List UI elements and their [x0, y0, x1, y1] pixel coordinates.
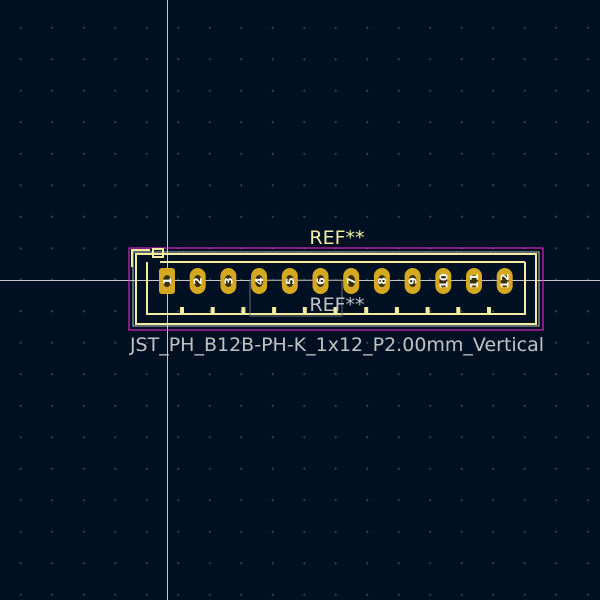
pad-10[interactable]: 10 — [435, 268, 452, 294]
pad-number: 1 — [161, 277, 174, 285]
footprint-view[interactable]: 1 2 3 4 5 6 7 8 9 10 11 12 REF** REF** JST_PH_B12B-… — [0, 0, 600, 600]
pad-12[interactable]: 12 — [496, 268, 513, 294]
silkscreen-tick — [302, 307, 307, 314]
silkscreen-tick — [364, 307, 369, 314]
pad-4[interactable]: 4 — [251, 268, 268, 294]
pad-number: 11 — [468, 273, 481, 288]
pad-number: 12 — [499, 273, 512, 288]
pad-1[interactable]: 1 — [159, 268, 175, 294]
pad-number: 5 — [284, 277, 297, 285]
pad-8[interactable]: 8 — [373, 268, 390, 294]
reference-label[interactable]: REF** — [309, 227, 364, 249]
pad-number: 3 — [222, 277, 235, 285]
pad-number: 8 — [376, 277, 389, 285]
silkscreen-tick — [210, 307, 215, 314]
silkscreen-tick — [241, 307, 246, 314]
silkscreen-tick — [272, 307, 277, 314]
pad-number: 9 — [407, 277, 420, 285]
footprint-name-label[interactable]: JST_PH_B12B-PH-K_1x12_P2.00mm_Vertical — [129, 334, 544, 356]
silkscreen-tick — [456, 307, 461, 314]
pcb-canvas[interactable]: 1 2 3 4 5 6 7 8 9 10 11 12 REF** REF** JST_PH_B12B-… — [0, 0, 600, 600]
pad-3[interactable]: 3 — [220, 268, 237, 294]
silkscreen-tick — [180, 307, 184, 314]
pad-11[interactable]: 11 — [466, 268, 482, 294]
pad-number: 2 — [192, 277, 205, 285]
silkscreen-tick — [487, 307, 491, 314]
silkscreen-tick — [425, 307, 430, 314]
pad-number: 10 — [437, 273, 450, 289]
pad-5[interactable]: 5 — [281, 268, 298, 294]
pad-number: 6 — [315, 277, 328, 285]
pad-7[interactable]: 7 — [343, 268, 360, 294]
silkscreen-tick — [394, 307, 399, 314]
pad-9[interactable]: 9 — [404, 268, 421, 294]
pad-number: 7 — [345, 277, 358, 285]
pad-6[interactable]: 6 — [312, 268, 329, 294]
pad-number: 4 — [253, 277, 266, 285]
pad-2[interactable]: 2 — [189, 268, 206, 294]
value-label[interactable]: REF** — [309, 294, 364, 316]
